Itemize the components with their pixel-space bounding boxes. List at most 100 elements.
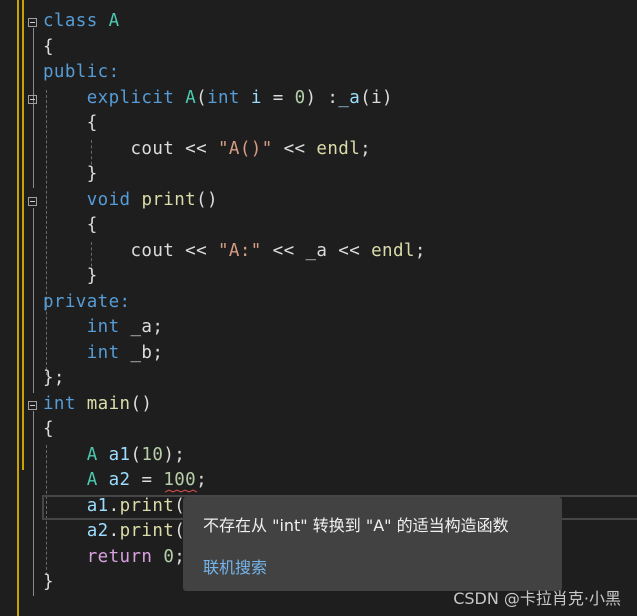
outline-guide [33, 28, 34, 188]
code-line[interactable]: }; [43, 366, 426, 392]
code-token: ; [414, 240, 426, 261]
code-token: print [119, 495, 175, 516]
collapse-icon[interactable] [28, 197, 37, 206]
code-token: ; [360, 138, 372, 159]
code-token: "A:" [217, 240, 262, 261]
error-message: 不存在从 "int" 转换到 "A" 的适当构造函数 [203, 516, 509, 535]
change-marker-bar [22, 0, 24, 470]
code-token: cout << [43, 138, 218, 159]
code-token: void [86, 189, 142, 210]
code-token: class [43, 11, 109, 31]
code-token: return [86, 546, 164, 567]
watermark: CSDN @卡拉肖克·小黑 [453, 589, 621, 608]
search-online-link[interactable]: 联机搜索 [203, 554, 267, 578]
code-token: . [108, 495, 120, 516]
code-line[interactable]: cout << "A:" << _a << endl; [43, 239, 426, 265]
code-token: A [108, 11, 120, 31]
code-token: << [272, 138, 317, 159]
code-line[interactable]: } [43, 264, 426, 290]
code-token: } [43, 164, 98, 184]
code-line[interactable]: void print() [43, 188, 426, 214]
code-token: }; [43, 368, 65, 388]
collapse-icon[interactable] [28, 95, 37, 104]
code-line[interactable]: class A [43, 9, 426, 35]
code-line[interactable]: explicit A(int i = 0) :_a(i) [43, 86, 426, 112]
code-token: explicit [86, 87, 186, 108]
code-token: print [141, 189, 197, 210]
code-line[interactable]: { [43, 417, 426, 443]
code-token: 0 [294, 87, 306, 108]
code-token: a1 [86, 495, 109, 516]
code-token: int [43, 393, 87, 414]
code-token: 0 [163, 546, 175, 567]
code-token: { [43, 36, 54, 57]
code-line[interactable]: public: [43, 60, 426, 86]
code-token: private: [43, 291, 131, 312]
code-line[interactable]: A a1(10); [43, 443, 426, 469]
error-squiggle [165, 489, 197, 493]
collapse-icon[interactable] [28, 401, 37, 410]
code-token: = [141, 470, 164, 490]
code-token: endl [316, 138, 361, 159]
code-token: = [272, 87, 295, 108]
code-token: 10 [141, 444, 164, 465]
error-tooltip: 不存在从 "int" 转换到 "A" 的适当构造函数 联机搜索 [183, 497, 562, 591]
code-token: _a; [130, 317, 164, 337]
code-token: public: [43, 62, 120, 82]
code-token: "A()" [217, 138, 273, 159]
code-line[interactable]: cout << "A()" << endl; [43, 137, 426, 163]
code-token: . [108, 521, 120, 541]
code-token: _b; [130, 342, 164, 363]
code-token: print [119, 521, 175, 541]
code-line[interactable]: { [43, 35, 426, 61]
code-line[interactable]: { [43, 213, 426, 239]
code-token: { [43, 215, 98, 235]
code-token: A [86, 444, 109, 465]
code-token: endl [371, 240, 415, 261]
collapse-icon[interactable] [28, 18, 37, 27]
code-line[interactable]: int _a; [43, 315, 426, 341]
code-token: { [43, 419, 54, 439]
outline-guide [33, 411, 34, 596]
code-line[interactable]: private: [43, 290, 426, 316]
code-token: int [86, 317, 131, 337]
code-token: } [43, 572, 54, 592]
code-token: a2 [86, 521, 109, 541]
code-token: ( [196, 87, 208, 108]
code-token: i [250, 87, 273, 108]
change-marker-bar [17, 0, 19, 616]
code-token: A [86, 470, 109, 490]
code-token: 100 [163, 470, 197, 490]
code-line[interactable]: int main() [43, 392, 426, 418]
code-token: main [86, 393, 131, 414]
code-token: ; [196, 470, 208, 490]
code-token: << _a << [261, 240, 372, 261]
code-token: a2 [108, 470, 142, 490]
outline-guide [33, 208, 34, 393]
code-token: int [86, 342, 131, 363]
code-token: () [196, 189, 218, 210]
code-token: (i) [360, 87, 393, 108]
code-line[interactable]: A a2 = 100; [43, 468, 426, 494]
code-token: _a [338, 87, 361, 108]
code-token: () [130, 393, 153, 414]
code-line[interactable]: { [43, 111, 426, 137]
code-token: ( [130, 444, 142, 465]
code-line[interactable]: int _b; [43, 341, 426, 367]
code-token: int [207, 87, 251, 108]
code-token: A [185, 87, 197, 108]
code-token: { [43, 113, 98, 133]
code-token: ); [163, 444, 186, 465]
code-token: a1 [108, 444, 131, 465]
code-token: } [43, 266, 98, 286]
code-line[interactable]: } [43, 162, 426, 188]
code-token: ) : [305, 87, 339, 108]
